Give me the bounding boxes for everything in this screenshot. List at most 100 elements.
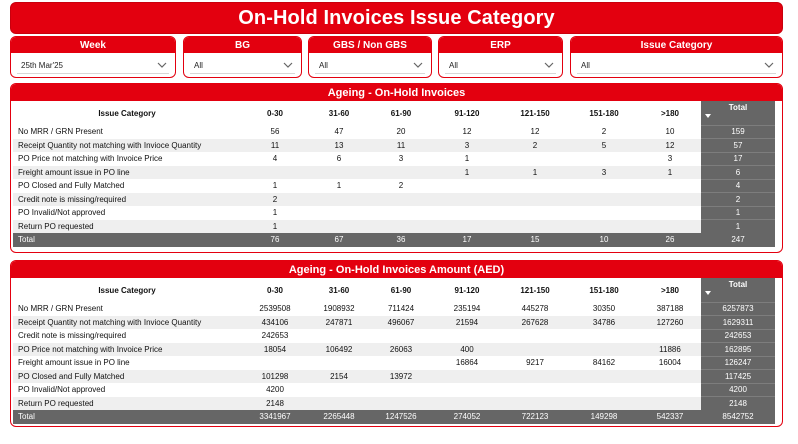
column-header-label: Issue Category <box>98 285 156 295</box>
table-cell: 3 <box>569 165 639 179</box>
issue-category-slicer[interactable]: Issue Category All <box>570 36 783 78</box>
row-label: Return PO requested <box>13 219 241 233</box>
issue-category-dropdown[interactable]: All <box>577 57 776 74</box>
column-header-label: Issue Category <box>98 108 156 118</box>
column-header[interactable]: 151-180 <box>569 278 639 302</box>
table-cell: 13 <box>309 138 369 152</box>
week-dropdown[interactable]: 25th Mar'25 <box>17 57 169 74</box>
table-row[interactable]: No MRR / GRN Present 2539508 1908932 711424… <box>13 301 775 316</box>
table-cell <box>569 396 639 410</box>
column-header[interactable]: >180 <box>639 278 701 302</box>
slicer-value: All <box>581 60 590 70</box>
table-cell <box>501 369 569 383</box>
table-cell <box>501 329 569 343</box>
table-cell <box>569 369 639 383</box>
table-total-row[interactable]: Total 76 67 36 17 15 10 26 247 <box>13 233 775 247</box>
table-row[interactable]: Return PO requested 1 1 <box>13 219 775 233</box>
table-cell <box>639 369 701 383</box>
column-header[interactable]: 61-90 <box>369 278 433 302</box>
column-header-label: 151-180 <box>589 108 619 118</box>
table-cell: 149298 <box>569 410 639 424</box>
row-label: No MRR / GRN Present <box>18 127 103 137</box>
erp-dropdown[interactable]: All <box>445 57 556 74</box>
column-header[interactable]: 121-150 <box>501 278 569 302</box>
table-row[interactable]: Return PO requested 2148 2148 <box>13 396 775 410</box>
table-cell: 1 <box>464 154 470 164</box>
column-header[interactable]: 91-120 <box>433 278 501 302</box>
chevron-down-icon[interactable] <box>413 60 423 70</box>
chevron-down-icon[interactable] <box>764 60 774 70</box>
table-cell: 13972 <box>369 369 433 383</box>
column-header[interactable]: 151-180 <box>569 101 639 125</box>
column-header[interactable]: 31-60 <box>309 278 369 302</box>
table-cell: 1 <box>501 165 569 179</box>
table-cell: 1 <box>272 181 278 191</box>
table-row[interactable]: Freight amount issue in PO line 16864 9217… <box>13 355 775 370</box>
table-cell <box>501 192 569 206</box>
table-cell <box>569 152 639 166</box>
chevron-down-icon[interactable] <box>544 60 554 70</box>
table-row[interactable]: PO Closed and Fully Matched 1 1 2 4 <box>13 178 775 193</box>
table-cell <box>569 192 639 206</box>
week-slicer[interactable]: Week 25th Mar'25 <box>10 36 176 78</box>
column-header-category[interactable]: Issue Category <box>13 101 241 125</box>
column-header[interactable]: >180 <box>639 101 701 125</box>
table-cell <box>369 356 433 370</box>
row-label: PO Closed and Fully Matched <box>18 181 125 191</box>
table-cell <box>369 192 433 206</box>
table-cell <box>309 192 369 206</box>
table-row[interactable]: Credit note is missing/required 2 2 <box>13 192 775 206</box>
bg-slicer[interactable]: BG All <box>183 36 302 78</box>
column-header-label: 91-120 <box>454 108 480 118</box>
table-total-row[interactable]: Total 3341967 2265448 1247526 274052 722123 14… <box>13 410 775 424</box>
gbs-slicer[interactable]: GBS / Non GBS All <box>308 36 432 78</box>
column-header[interactable]: 0-30 <box>241 278 309 302</box>
table-row[interactable]: PO Price not matching with Invoice Price… <box>13 151 775 166</box>
column-header-category[interactable]: Issue Category <box>13 278 241 302</box>
table-cell <box>639 179 701 193</box>
table-row[interactable]: PO Invalid/Not approved 1 1 <box>13 205 775 220</box>
column-header[interactable]: 91-120 <box>433 101 501 125</box>
table-row[interactable]: Freight amount issue in PO line 1 1 3 1 6 <box>13 165 775 179</box>
table-cell: 2 <box>398 181 404 191</box>
column-header-label: Total <box>728 103 748 112</box>
table-row[interactable]: Receipt Quantity not matching with Invio… <box>13 138 775 152</box>
gbs-dropdown[interactable]: All <box>315 57 425 74</box>
table-cell: 387188 <box>656 304 684 314</box>
table-cell: 722123 <box>501 410 569 424</box>
column-header-label: 121-150 <box>520 285 550 295</box>
table-row[interactable]: PO Price not matching with Invoice Price… <box>13 342 775 356</box>
table-cell: 1247526 <box>369 410 433 424</box>
erp-slicer[interactable]: ERP All <box>438 36 563 78</box>
table-cell: 15 <box>501 233 569 247</box>
table-row[interactable]: No MRR / GRN Present 56 47 20 12 12 2 10 159 <box>13 124 775 139</box>
slicer-value: 25th Mar'25 <box>21 60 63 70</box>
table-row[interactable]: PO Invalid/Not approved 4200 4200 <box>13 382 775 397</box>
table-row[interactable]: PO Closed and Fully Matched 101298 2154 139… <box>13 369 775 383</box>
table-cell: 542337 <box>639 410 701 424</box>
column-header[interactable]: 31-60 <box>309 101 369 125</box>
table-cell: 106492 <box>309 342 369 356</box>
chevron-down-icon[interactable] <box>157 60 167 70</box>
column-header-total[interactable]: Total <box>701 101 775 125</box>
table-cell <box>639 329 701 343</box>
table-cell: 26063 <box>369 342 433 356</box>
table-row[interactable]: Credit note is missing/required 242653 242… <box>13 328 775 343</box>
table-row[interactable]: Receipt Quantity not matching with Invio… <box>13 315 775 329</box>
row-total-cell: 6 <box>701 165 775 179</box>
table-cell: 434106 <box>241 315 309 329</box>
table-cell <box>433 396 501 410</box>
table-cell: 6 <box>336 154 342 164</box>
page-title-bar: On-Hold Invoices Issue Category <box>10 2 783 34</box>
sort-descending-icon[interactable] <box>705 114 711 118</box>
column-header-total[interactable]: Total <box>701 278 775 302</box>
column-header[interactable]: 0-30 <box>241 101 309 125</box>
bg-dropdown[interactable]: All <box>190 57 295 74</box>
row-label: Total <box>13 410 241 424</box>
row-label: No MRR / GRN Present <box>18 304 103 314</box>
column-header[interactable]: 121-150 <box>501 101 569 125</box>
sort-descending-icon[interactable] <box>705 291 711 295</box>
column-header[interactable]: 61-90 <box>369 101 433 125</box>
chevron-down-icon[interactable] <box>283 60 293 70</box>
table-cell <box>369 165 433 179</box>
